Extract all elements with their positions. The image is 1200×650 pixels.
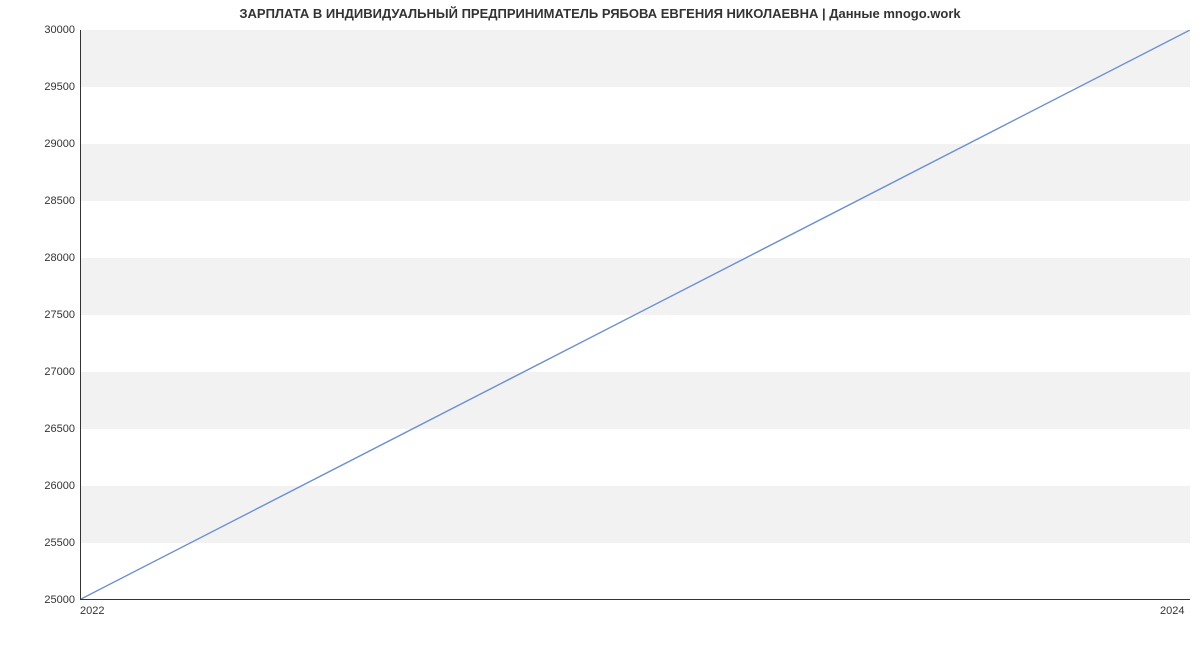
y-tick-label: 27500 bbox=[5, 309, 75, 321]
y-tick-label: 28000 bbox=[5, 252, 75, 264]
y-tick-label: 28500 bbox=[5, 195, 75, 207]
y-tick-label: 25000 bbox=[5, 594, 75, 606]
chart-title: ЗАРПЛАТА В ИНДИВИДУАЛЬНЫЙ ПРЕДПРИНИМАТЕЛ… bbox=[0, 6, 1200, 21]
x-tick-label: 2024 bbox=[1160, 605, 1184, 617]
plot-area bbox=[80, 30, 1190, 600]
y-tick-label: 29500 bbox=[5, 81, 75, 93]
x-tick-label: 2022 bbox=[80, 605, 104, 617]
line-chart: ЗАРПЛАТА В ИНДИВИДУАЛЬНЫЙ ПРЕДПРИНИМАТЕЛ… bbox=[0, 0, 1200, 650]
y-tick-label: 26000 bbox=[5, 480, 75, 492]
y-tick-label: 27000 bbox=[5, 366, 75, 378]
data-line bbox=[81, 30, 1190, 599]
y-tick-label: 26500 bbox=[5, 423, 75, 435]
y-tick-label: 30000 bbox=[5, 24, 75, 36]
y-tick-label: 25500 bbox=[5, 537, 75, 549]
y-tick-label: 29000 bbox=[5, 138, 75, 150]
